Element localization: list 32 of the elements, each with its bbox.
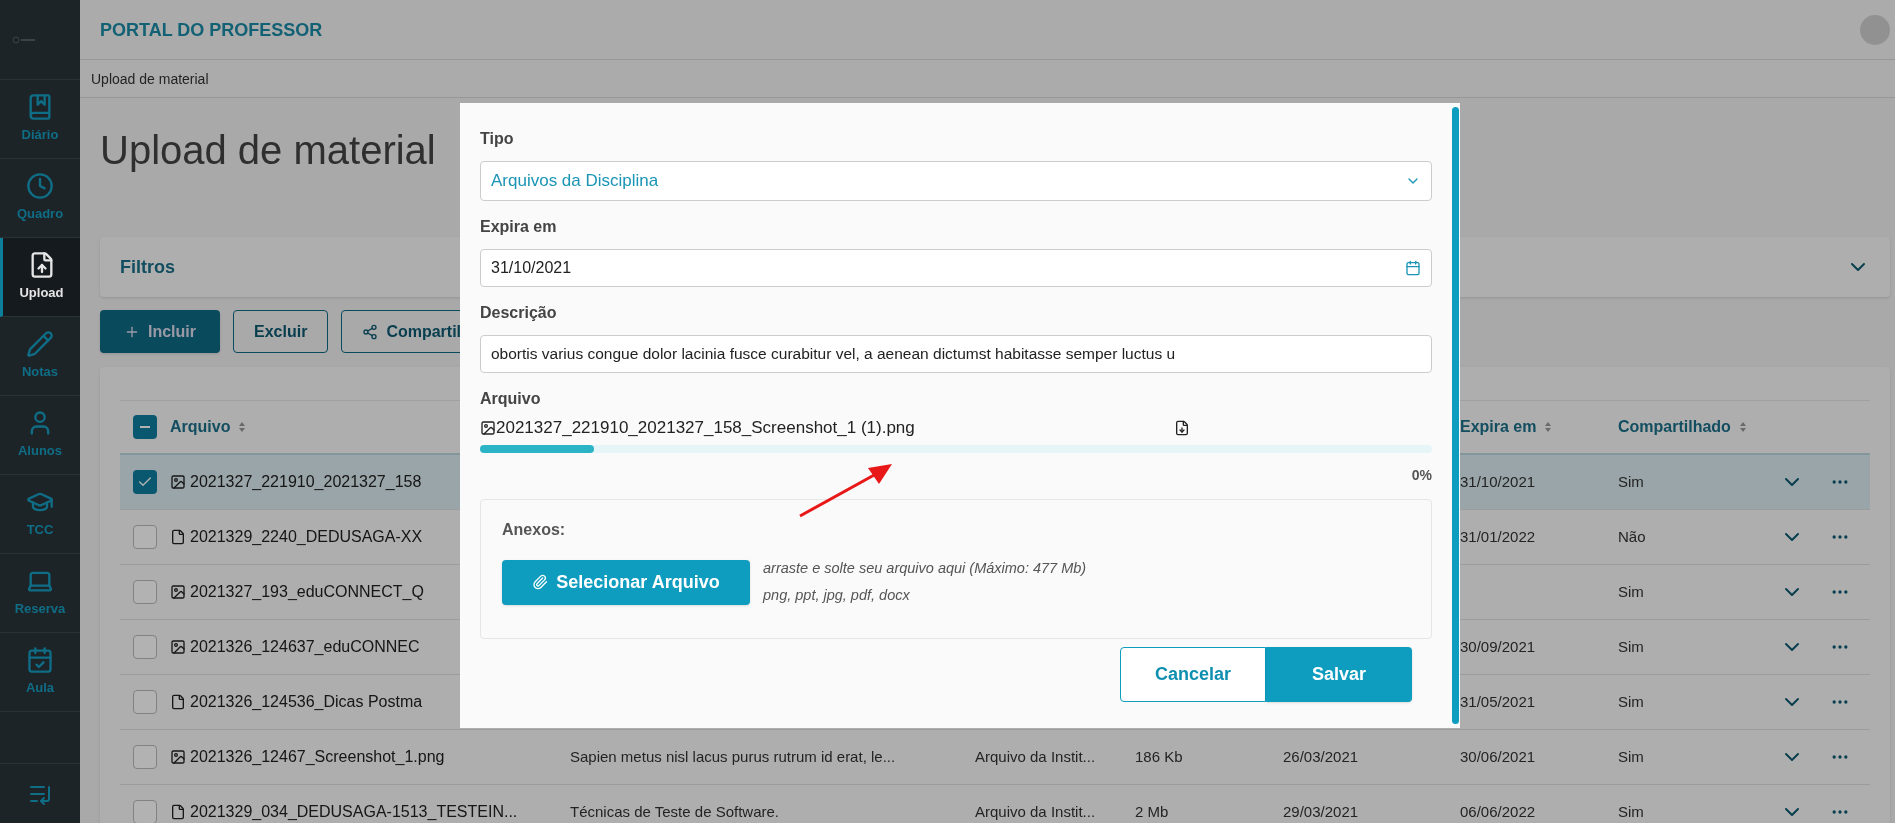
filters-title: Filtros (120, 256, 175, 279)
file-name: 2021327_221910_2021327_158_Screenshot_1 (1).png (496, 417, 915, 439)
allowed-formats: png, ppt, jpg, pdf, docx (763, 586, 911, 606)
progress-percent: 0% (1411, 465, 1432, 485)
field-label: Expira em (480, 217, 558, 237)
table-cell: Sim (1618, 472, 1644, 490)
table-cell: 26/03/2021 (1283, 747, 1359, 765)
table-cell: Arquivo da Instit... (975, 802, 1096, 820)
table-cell: 186 Kb (1135, 747, 1183, 765)
table-cell: Técnicas de Teste de Software. (570, 802, 779, 820)
table-cell: Sim (1618, 747, 1644, 765)
table-cell: 30/06/2021 (1460, 747, 1536, 765)
table-cell: Sim (1618, 802, 1644, 820)
table-cell: Não (1618, 527, 1646, 545)
table-cell: Sim (1618, 637, 1644, 655)
table-cell: 31/10/2021 (1460, 472, 1536, 490)
table-cell: Sim (1618, 582, 1644, 600)
table-cell: 31/05/2021 (1460, 692, 1536, 710)
drop-hint: arraste e solte seu arquivo aqui (Máximo: 477 Mb) (763, 558, 1087, 578)
field-label: Arquivo (480, 389, 542, 409)
field-label: Tipo (480, 129, 515, 149)
table-cell: Sim (1618, 692, 1644, 710)
attachments-title: Anexos: (502, 519, 567, 540)
table-cell: Arquivo da Instit... (975, 747, 1096, 765)
table-cell: 29/03/2021 (1283, 802, 1359, 820)
table-cell: 31/01/2022 (1460, 527, 1536, 545)
table-cell: 2 Mb (1135, 802, 1169, 820)
page-title: Upload de material (100, 127, 436, 174)
table-cell: 30/09/2021 (1460, 637, 1536, 655)
app-title: PORTAL DO PROFESSOR (100, 18, 323, 42)
table-cell: 06/06/2022 (1460, 802, 1536, 820)
table-cell: Sapien metus nisl lacus purus rutrum id erat, le... (570, 747, 896, 765)
